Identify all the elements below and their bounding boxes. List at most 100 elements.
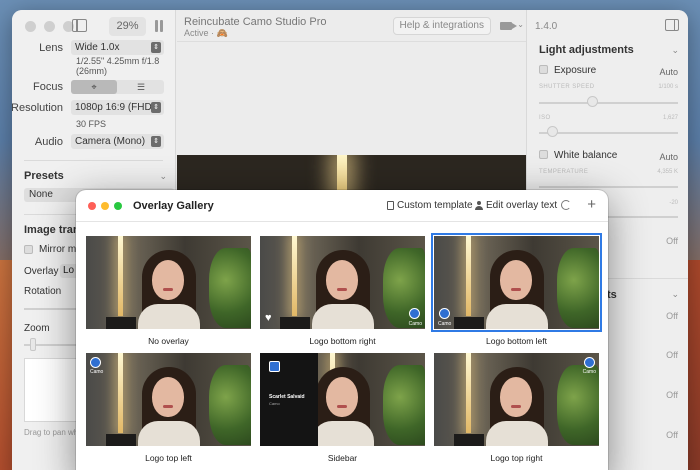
exposure-checkbox[interactable] <box>539 65 548 74</box>
overlay-caption: No overlay <box>148 336 189 346</box>
thumb-shirt <box>486 304 548 329</box>
mirror-checkbox[interactable] <box>24 245 33 254</box>
custom-template-button[interactable]: Custom template <box>387 200 473 211</box>
thumb-face <box>326 260 358 300</box>
camo-badge-text: Camo <box>438 321 452 327</box>
pause-icon[interactable] <box>154 20 164 32</box>
sidebar-subtitle: Camo <box>269 401 280 406</box>
heart-icon[interactable]: ♥ <box>265 312 272 324</box>
thumb-shirt <box>312 421 374 446</box>
iso-slider[interactable] <box>539 132 678 134</box>
window-controls <box>88 202 122 210</box>
toggle-off-5[interactable]: Off <box>666 430 678 440</box>
thumb-lips <box>163 405 173 408</box>
plus-icon[interactable]: + <box>587 197 596 212</box>
thumb-lamp <box>466 353 471 433</box>
rotation-slider[interactable] <box>24 308 84 310</box>
minimize-button[interactable] <box>44 21 55 32</box>
focus-auto-crosshair-icon[interactable]: ⌖ <box>71 80 117 94</box>
section-title-fragment: ts <box>607 289 617 301</box>
thumb-lips <box>337 405 347 408</box>
thumb-desk <box>280 317 310 329</box>
lamp-light <box>337 155 347 195</box>
shutter-slider-knob[interactable] <box>587 96 598 107</box>
chevron-down-icon[interactable]: ⌄ <box>159 171 167 182</box>
center-titlebar: Reincubate Camo Studio Pro Active · 🙈 He… <box>177 10 526 42</box>
white-balance-checkbox[interactable] <box>539 150 548 159</box>
zoom-slider-knob[interactable] <box>30 338 36 351</box>
inspector-toggle-icon[interactable] <box>665 19 679 31</box>
video-camera-icon[interactable] <box>500 22 517 30</box>
camo-badge-text: Camo <box>408 321 422 327</box>
overlay-caption: Sidebar <box>327 453 358 463</box>
thumb-lamp <box>118 353 123 433</box>
zoom-button[interactable] <box>114 202 122 210</box>
overlay-caption: Logo top left <box>145 453 192 463</box>
overlay-thumb-logo-bottom-left[interactable]: Camo <box>431 233 602 332</box>
sidebar-name: Scarlet Salvaid <box>269 394 305 400</box>
toggle-off-3[interactable]: Off <box>666 350 678 360</box>
overlay-caption: Logo bottom right <box>309 336 376 346</box>
camo-badge-text: Camo <box>582 369 596 375</box>
lens-value: Wide 1.0x <box>75 42 120 53</box>
gallery-title: Overlay Gallery <box>133 200 214 212</box>
preview-background <box>177 43 526 155</box>
shutter-slider[interactable] <box>539 102 678 104</box>
exposure-label: Exposure <box>554 65 597 76</box>
overlay-label: Overlay <box>24 266 59 277</box>
audio-select[interactable]: Camera (Mono) ⇕ <box>71 134 164 149</box>
shutter-speed-value: 1/100 s <box>658 84 678 90</box>
version-label: 1.4.0 <box>535 21 558 32</box>
custom-template-label: Custom template <box>397 200 473 211</box>
minimize-button[interactable] <box>101 202 109 210</box>
chevron-down-icon[interactable]: ⌄ <box>671 45 679 56</box>
overlay-thumb-logo-bottom-right[interactable]: ♥ Camo <box>260 236 425 329</box>
thumb-lips <box>511 288 521 291</box>
iso-slider-knob[interactable] <box>547 126 558 137</box>
divider <box>24 160 163 161</box>
overlay-thumb-sidebar[interactable]: Scarlet Salvaid Camo <box>260 353 425 446</box>
camo-logo-badge-icon <box>269 361 280 372</box>
chevron-down-icon[interactable]: ⌄ <box>517 20 524 29</box>
thumb-face <box>326 377 358 417</box>
close-button[interactable] <box>88 202 96 210</box>
resolution-select[interactable]: 1080p 16:9 (FHD) ⇕ <box>71 100 164 115</box>
overlay-thumb-logo-top-left[interactable]: Camo <box>86 353 251 446</box>
thumb-plant <box>209 248 251 328</box>
toggle-off-1[interactable]: Off <box>666 236 678 246</box>
focus-manual-sliders-icon[interactable]: ☰ <box>118 80 164 94</box>
lens-select[interactable]: Wide 1.0x ⇕ <box>71 40 164 55</box>
presets-title[interactable]: Presets <box>24 170 64 182</box>
toggle-off-4[interactable]: Off <box>666 390 678 400</box>
rotation-label: Rotation <box>24 286 62 297</box>
focus-label: Focus <box>33 81 63 93</box>
audio-row: Audio Camera (Mono) ⇕ <box>12 134 175 150</box>
lens-spec-2: (26mm) <box>76 66 107 76</box>
window-controls <box>25 21 74 32</box>
temperature-slider[interactable] <box>539 186 678 188</box>
chevron-updown-icon: ⇕ <box>151 102 161 113</box>
refresh-icon[interactable] <box>561 200 571 210</box>
document-icon <box>387 201 394 210</box>
chevron-down-icon[interactable]: ⌄ <box>671 289 679 300</box>
audio-value: Camera (Mono) <box>75 136 146 147</box>
overlay-thumb-no-overlay[interactable] <box>86 236 251 329</box>
zoom-select[interactable]: 29% <box>109 17 146 36</box>
thumb-desk <box>454 317 484 329</box>
edit-overlay-text-button[interactable]: Edit overlay text <box>475 200 557 211</box>
zoom-label: Zoom <box>24 323 50 334</box>
thumb-lamp <box>466 236 471 316</box>
overlay-thumb-logo-top-right[interactable]: Camo <box>434 353 599 446</box>
person-icon <box>475 201 483 210</box>
temperature-value: 4,355 K <box>657 169 678 175</box>
camo-badge-text: Camo <box>90 369 104 375</box>
camo-logo-badge-icon <box>584 357 595 368</box>
resolution-row: Resolution 1080p 16:9 (FHD) ⇕ <box>12 100 175 116</box>
audio-label: Audio <box>34 136 63 148</box>
help-integrations-button[interactable]: Help & integrations <box>392 17 491 35</box>
toggle-off-2[interactable]: Off <box>666 311 678 321</box>
thumb-face <box>500 260 532 300</box>
light-adjustments-title[interactable]: Light adjustments <box>539 44 634 56</box>
sidebar-toggle-icon[interactable] <box>72 19 87 32</box>
close-button[interactable] <box>25 21 36 32</box>
